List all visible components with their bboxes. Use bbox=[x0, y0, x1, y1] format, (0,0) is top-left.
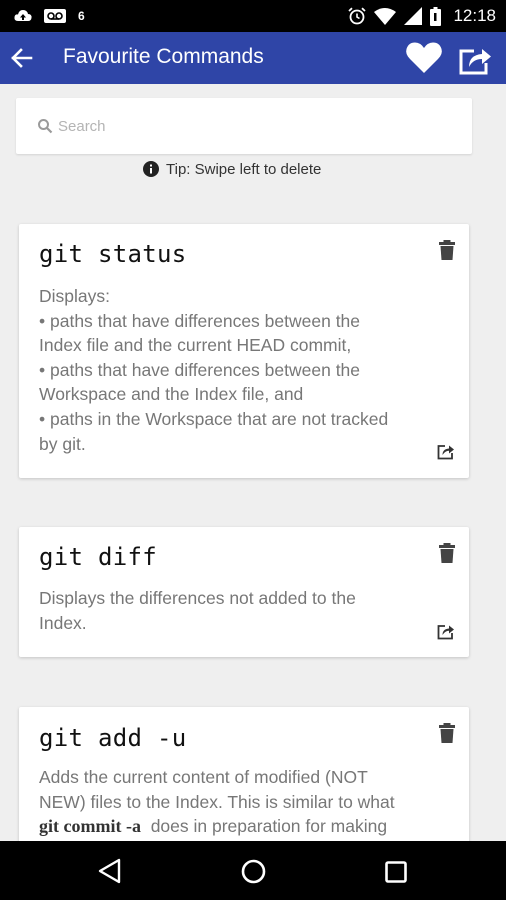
description-line: by git. bbox=[39, 433, 86, 454]
screen: 6 12:18 Favourite Commands Search Tip: S… bbox=[0, 0, 506, 900]
alarm-icon bbox=[348, 7, 367, 25]
command-card[interactable]: git status Displays: • paths that have d… bbox=[19, 224, 469, 478]
trash-icon[interactable] bbox=[438, 543, 456, 563]
info-icon bbox=[143, 161, 159, 177]
command-card[interactable]: git add -u Adds the current content of m… bbox=[19, 707, 469, 841]
nfc-icon: 6 bbox=[78, 9, 85, 23]
nav-recents-icon[interactable] bbox=[385, 861, 407, 883]
status-right-icons: 12:18 bbox=[348, 6, 496, 26]
command-title: git status bbox=[39, 240, 187, 268]
status-time: 12:18 bbox=[453, 6, 496, 25]
description-line: Displays: bbox=[39, 286, 110, 306]
description-line: Adds the current content of modified (NO… bbox=[39, 767, 368, 787]
description-line: git commit -a does in preparation for ma… bbox=[39, 814, 439, 839]
trash-icon[interactable] bbox=[438, 723, 456, 743]
battery-icon bbox=[430, 6, 442, 26]
command-card[interactable]: git diff Displays the differences not ad… bbox=[19, 527, 469, 657]
inline-code: git commit -a bbox=[39, 816, 141, 837]
page-title: Favourite Commands bbox=[63, 45, 264, 68]
app-bar: Favourite Commands bbox=[0, 32, 506, 84]
back-arrow-icon[interactable] bbox=[8, 44, 36, 72]
status-bar: 6 12:18 bbox=[0, 0, 506, 32]
wifi-icon bbox=[374, 7, 397, 25]
description-line: • paths in the Workspace that are not tr… bbox=[39, 408, 389, 429]
description-line: Index file and the current HEAD commit, bbox=[39, 335, 352, 356]
trash-icon[interactable] bbox=[438, 240, 456, 260]
nav-home-icon[interactable] bbox=[241, 859, 266, 884]
command-title: git diff bbox=[39, 543, 157, 571]
description-line: NEW) files to the Index. This is similar… bbox=[39, 791, 395, 812]
status-left-icons: 6 bbox=[14, 7, 85, 25]
command-description: Displays the differences not added to th… bbox=[39, 586, 439, 635]
share-icon[interactable] bbox=[437, 622, 455, 640]
description-text: does in preparation for making bbox=[150, 816, 388, 837]
description-line: Workspace and the Index file, and bbox=[39, 384, 304, 405]
description-line: Index. bbox=[39, 612, 87, 633]
command-description: Adds the current content of modified (NO… bbox=[39, 765, 439, 839]
cloud-upload-icon bbox=[14, 10, 32, 21]
share-icon[interactable] bbox=[437, 442, 455, 460]
search-input[interactable] bbox=[58, 114, 438, 138]
favourites-list[interactable]: Tip: Swipe left to delete git status Dis… bbox=[0, 84, 506, 841]
nav-back-icon[interactable] bbox=[98, 858, 122, 884]
voicemail-icon bbox=[44, 9, 66, 23]
search-icon bbox=[38, 119, 53, 134]
tip-text: Tip: Swipe left to delete bbox=[166, 160, 322, 178]
search-bar bbox=[16, 98, 472, 154]
tip-banner: Tip: Swipe left to delete bbox=[143, 159, 321, 179]
heart-icon[interactable] bbox=[405, 41, 443, 75]
navigation-bar bbox=[0, 841, 506, 900]
signal-icon bbox=[404, 7, 423, 25]
share-icon[interactable] bbox=[458, 43, 492, 75]
description-line: • paths that have differences between th… bbox=[39, 310, 361, 331]
description-line: Displays the differences not added to th… bbox=[39, 588, 356, 608]
command-description: Displays: • paths that have differences … bbox=[39, 284, 439, 456]
command-title: git add -u bbox=[39, 724, 187, 752]
description-line: • paths that have differences between th… bbox=[39, 359, 361, 380]
